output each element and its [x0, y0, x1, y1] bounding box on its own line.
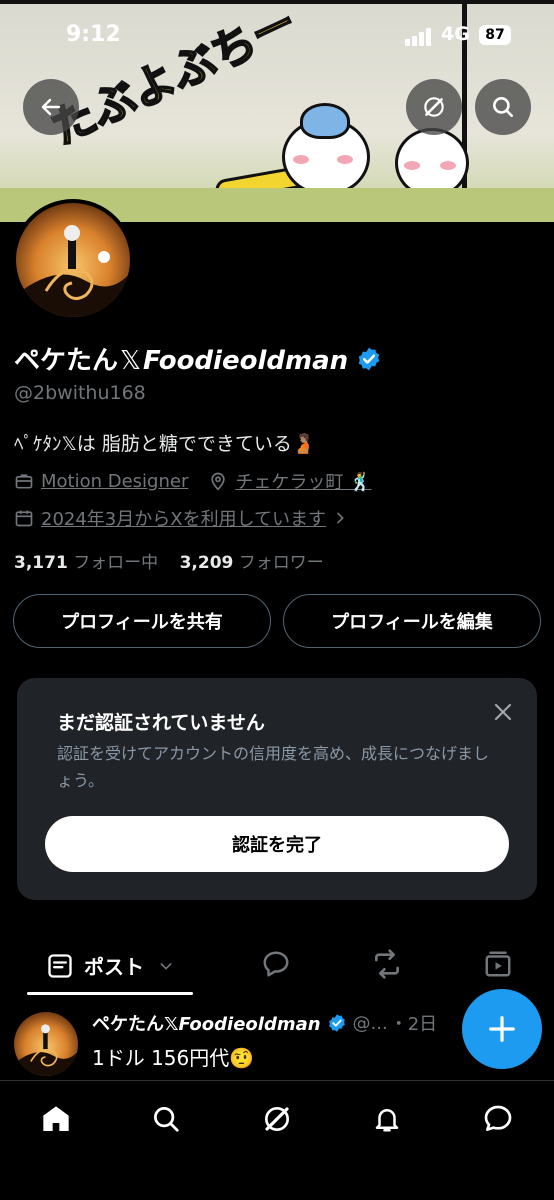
- verification-card: まだ認証されていません 認証を受けてアカウントの信用度を高め、成長につなげましょ…: [17, 678, 537, 900]
- post-handle: @...: [352, 1012, 388, 1034]
- verified-badge-icon: [328, 1014, 345, 1032]
- profile-bio: ﾍﾟｹﾀﾝ𝕏は 脂肪と糖でできている🫄🏽: [14, 433, 316, 455]
- profile-joined-date[interactable]: 2024年3月からXを利用しています: [41, 505, 326, 531]
- video-library-icon: [485, 951, 511, 977]
- verified-badge-icon[interactable]: [356, 346, 382, 372]
- nav-grok[interactable]: [257, 1099, 297, 1139]
- search-icon: [154, 1107, 179, 1132]
- banner-character-ears: [300, 103, 350, 139]
- active-tab-indicator: [27, 992, 193, 995]
- grok-icon: [424, 97, 444, 117]
- status-bar: 9:12 4G 87: [0, 22, 554, 54]
- profile-display-name: ペケたん𝕏Foodieoldman: [14, 340, 348, 377]
- battery-icon: 87: [479, 25, 511, 45]
- grok-icon: [265, 1107, 289, 1131]
- post-name-en: Foodieoldman: [178, 1014, 321, 1035]
- followers-link[interactable]: 3,209 フォロワー: [180, 553, 324, 573]
- status-time: 9:12: [66, 22, 121, 47]
- followers-count: 3,209: [179, 553, 234, 573]
- briefcase-icon: [15, 474, 33, 489]
- network-label: 4G: [441, 23, 470, 45]
- chevron-right-icon: [337, 512, 344, 524]
- post-time: ・2日: [389, 1014, 438, 1035]
- nav-search[interactable]: [146, 1099, 186, 1139]
- post-name-jp: ペケたん: [92, 1014, 164, 1035]
- calendar-icon: [15, 510, 33, 527]
- post-avatar[interactable]: [14, 1012, 78, 1076]
- verification-description: 認証を受けてアカウントの信用度を高め、成長につなげましょう。: [57, 744, 490, 790]
- close-icon[interactable]: [491, 700, 515, 724]
- back-button[interactable]: [23, 79, 79, 135]
- name-x: 𝕏: [120, 346, 141, 376]
- post-name-x: 𝕏: [164, 1014, 179, 1035]
- reply-bubble-icon: [263, 951, 289, 977]
- tab-reposts[interactable]: [370, 947, 404, 981]
- repost-icon: [375, 949, 399, 979]
- grok-button[interactable]: [406, 79, 462, 135]
- bell-icon: [375, 1109, 399, 1132]
- location-pin-icon: [211, 472, 226, 491]
- plus-icon: [489, 1016, 515, 1042]
- profile-tabs: ポスト: [0, 935, 554, 995]
- document-icon: [48, 953, 72, 978]
- post-header: ペケたん𝕏Foodieoldman @... ・2日: [92, 1010, 437, 1036]
- chat-bubble-icon: [484, 1105, 512, 1131]
- profile-follow-stats: 3,171 フォロー中 3,209 フォロワー: [14, 548, 324, 573]
- search-button[interactable]: [475, 79, 531, 135]
- bottom-navigation: [0, 1080, 554, 1200]
- home-icon: [43, 1106, 69, 1131]
- tab-replies[interactable]: [259, 947, 293, 981]
- name-jp: ペケたん: [14, 346, 119, 376]
- avatar-image: [16, 203, 130, 317]
- profile-meta-row: Motion Designer チェケラッ町 🕺: [14, 468, 372, 494]
- followers-label: フォロワー: [238, 553, 324, 573]
- chevron-down-icon: [160, 962, 172, 970]
- following-label: フォロー中: [73, 553, 159, 573]
- name-en: Foodieoldman: [142, 346, 349, 376]
- post-text: 1ドル 156円代🤨: [92, 1046, 255, 1070]
- nav-messages[interactable]: [478, 1099, 518, 1139]
- profile-joined-row[interactable]: 2024年3月からXを利用しています: [14, 505, 348, 531]
- nav-notifications[interactable]: [367, 1099, 407, 1139]
- following-count: 3,171: [14, 553, 68, 573]
- nav-home[interactable]: [36, 1099, 76, 1139]
- profile-avatar[interactable]: [12, 199, 134, 321]
- complete-verification-button[interactable]: 認証を完了: [45, 816, 509, 872]
- profile-job-link[interactable]: Motion Designer: [41, 471, 188, 492]
- signal-icon: [405, 28, 435, 46]
- edit-profile-button[interactable]: プロフィールを編集: [283, 594, 541, 648]
- verification-title: まだ認証されていません: [57, 712, 265, 734]
- profile-name-row: ペケたん𝕏Foodieoldman: [14, 340, 382, 377]
- tab-media[interactable]: [481, 947, 515, 981]
- compose-post-button[interactable]: [462, 989, 542, 1069]
- post-author-name[interactable]: ペケたん𝕏Foodieoldman: [92, 1010, 321, 1036]
- profile-handle: @2bwithu168: [14, 382, 146, 404]
- tab-posts[interactable]: ポスト: [46, 951, 174, 980]
- share-profile-button[interactable]: プロフィールを共有: [13, 594, 271, 648]
- search-icon: [493, 97, 513, 117]
- arrow-left-icon: [41, 98, 61, 116]
- post-avatar-image: [14, 1012, 78, 1076]
- profile-location-link[interactable]: チェケラッ町 🕺: [235, 468, 371, 494]
- following-link[interactable]: 3,171 フォロー中: [14, 553, 158, 573]
- tab-posts-label: ポスト: [84, 955, 144, 979]
